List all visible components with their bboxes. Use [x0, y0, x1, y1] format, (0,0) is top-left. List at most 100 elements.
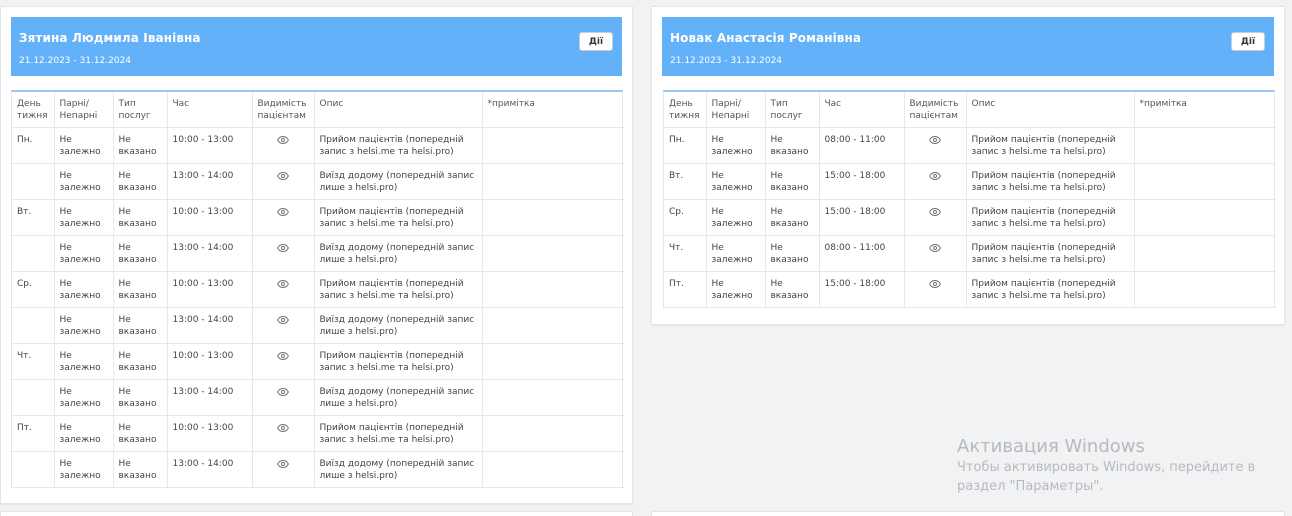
table-row: Пн. Не залежно Не вказано 10:00 - 13:00 Прийом… [12, 127, 624, 164]
cell-time: 13:00 - 14:00 [167, 163, 253, 200]
cell-description: Виїзд додому (попередній запис лише з hel… [314, 451, 483, 488]
schedule-table: День тижня Парні/Непарні Тип послуг Час Ви… [663, 90, 1276, 308]
cell-visibility [252, 451, 315, 488]
actions-button[interactable]: Дії [579, 32, 613, 51]
cell-note [482, 199, 624, 236]
cell-parity: Не залежно [54, 199, 114, 236]
table-row: Пт. Не залежно Не вказано 15:00 - 18:00 Прийом… [664, 271, 1276, 308]
doctor-name: Новак Анастасія Романівна [670, 31, 862, 45]
doctor-name: Зятина Людмила Іванівна [19, 31, 201, 45]
cell-description: Прийом пацієнтів (попередній запис з hels… [314, 271, 483, 308]
cell-time: 10:00 - 13:00 [167, 415, 253, 452]
cell-day [12, 235, 55, 272]
cell-service-type: Не вказано [113, 307, 168, 344]
cell-service-type: Не вказано [113, 199, 168, 236]
cell-day [12, 307, 55, 344]
schedule-card-zyatyna: Зятина Людмила Іванівна 21.12.2023 - 31.… [0, 6, 633, 504]
schedule-dates: 21.12.2023 - 31.12.2024 [19, 56, 132, 66]
cell-service-type: Не вказано [113, 127, 168, 164]
cell-description: Виїзд додому (попередній запис лише з hel… [314, 163, 483, 200]
cell-visibility [904, 127, 967, 164]
cell-parity: Не залежно [54, 163, 114, 200]
cell-note [1134, 235, 1276, 272]
cell-description: Прийом пацієнтів (попередній запис з hels… [966, 271, 1135, 308]
cell-time: 13:00 - 14:00 [167, 379, 253, 416]
cell-time: 13:00 - 14:00 [167, 235, 253, 272]
col-service-header: Тип послуг [765, 92, 820, 128]
cell-day [12, 379, 55, 416]
cell-time: 10:00 - 13:00 [167, 343, 253, 380]
schedule-rows: Пн. Не залежно Не вказано 10:00 - 13:00 Прийом… [12, 127, 624, 488]
cell-note [482, 343, 624, 380]
table-row: Не залежно Не вказано 13:00 - 14:00 Виїзд дод… [12, 163, 624, 200]
cell-description: Прийом пацієнтів (попередній запис з hels… [966, 127, 1135, 164]
cell-note [482, 127, 624, 164]
watermark-line2: раздел "Параметры". [957, 479, 1104, 494]
table-row: Пн. Не залежно Не вказано 08:00 - 11:00 Прийом… [664, 127, 1276, 164]
cell-note [482, 415, 624, 452]
cell-day: Пт. [664, 271, 707, 308]
cell-description: Прийом пацієнтів (попередній запис з hels… [314, 415, 483, 452]
cell-parity: Не залежно [706, 235, 766, 272]
cell-parity: Не залежно [54, 235, 114, 272]
cell-description: Виїзд додому (попередній запис лише з hel… [314, 235, 483, 272]
table-row: Чт. Не залежно Не вказано 10:00 - 13:00 Прийом… [12, 343, 624, 380]
col-parity-header: Парні/Непарні [54, 92, 114, 128]
card-header: Новак Анастасія Романівна 21.12.2023 - 3… [662, 17, 1274, 76]
table-row: Не залежно Не вказано 13:00 - 14:00 Виїзд дод… [12, 451, 624, 488]
col-description-header: Опис [966, 92, 1135, 128]
cell-service-type: Не вказано [113, 343, 168, 380]
cell-day [12, 451, 55, 488]
cell-description: Прийом пацієнтів (попередній запис з hels… [314, 127, 483, 164]
table-row: Чт. Не залежно Не вказано 08:00 - 11:00 Прийом… [664, 235, 1276, 272]
eye-icon [929, 279, 941, 288]
actions-button[interactable]: Дії [1231, 32, 1265, 51]
eye-icon [277, 279, 289, 288]
cell-day: Пн. [664, 127, 707, 164]
eye-icon [277, 243, 289, 252]
eye-icon [277, 315, 289, 324]
cell-visibility [904, 163, 967, 200]
table-header-row: День тижня Парні/Непарні Тип послуг Час Ви… [664, 92, 1276, 128]
cell-service-type: Не вказано [765, 199, 820, 236]
eye-icon [277, 207, 289, 216]
next-card-edge [651, 511, 1285, 516]
schedule-rows: Пн. Не залежно Не вказано 08:00 - 11:00 Прийом… [664, 127, 1276, 308]
eye-icon [277, 171, 289, 180]
eye-icon [277, 387, 289, 396]
cell-visibility [252, 199, 315, 236]
cell-description: Виїзд додому (попередній запис лише з hel… [314, 379, 483, 416]
eye-icon [277, 423, 289, 432]
card-header: Зятина Людмила Іванівна 21.12.2023 - 31.… [11, 17, 622, 76]
eye-icon [277, 459, 289, 468]
cell-description: Виїзд додому (попередній запис лише з hel… [314, 307, 483, 344]
cell-visibility [252, 379, 315, 416]
cell-parity: Не залежно [54, 271, 114, 308]
cell-visibility [252, 127, 315, 164]
cell-parity: Не залежно [54, 379, 114, 416]
cell-visibility [252, 415, 315, 452]
cell-description: Прийом пацієнтів (попередній запис з hels… [966, 199, 1135, 236]
cell-parity: Не залежно [706, 271, 766, 308]
cell-time: 15:00 - 18:00 [819, 163, 905, 200]
col-time-header: Час [167, 92, 253, 128]
eye-icon [929, 135, 941, 144]
schedule-table: День тижня Парні/Непарні Тип послуг Час Ви… [11, 90, 624, 488]
col-visibility-header: Видимість пацієнтам [904, 92, 967, 128]
cell-service-type: Не вказано [765, 163, 820, 200]
cell-visibility [252, 307, 315, 344]
table-row: Не залежно Не вказано 13:00 - 14:00 Виїзд дод… [12, 379, 624, 416]
cell-service-type: Не вказано [765, 235, 820, 272]
cell-note [1134, 163, 1276, 200]
cell-note [482, 451, 624, 488]
cell-note [482, 163, 624, 200]
table-row: Ср. Не залежно Не вказано 15:00 - 18:00 Прийом… [664, 199, 1276, 236]
col-visibility-header: Видимість пацієнтам [252, 92, 315, 128]
col-note-header: *примітка [1134, 92, 1276, 128]
cell-day: Ср. [664, 199, 707, 236]
cell-service-type: Не вказано [765, 271, 820, 308]
cell-note [1134, 127, 1276, 164]
cell-service-type: Не вказано [113, 163, 168, 200]
cell-service-type: Не вказано [765, 127, 820, 164]
cell-parity: Не залежно [706, 127, 766, 164]
